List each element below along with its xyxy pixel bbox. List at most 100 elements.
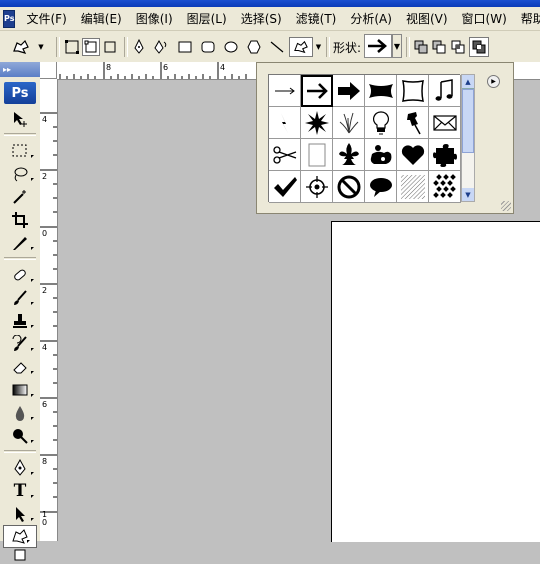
custom-shape-option-button[interactable]	[289, 37, 313, 57]
custom-shape-icon	[13, 39, 29, 54]
subtract-area-button[interactable]	[430, 38, 448, 56]
shape-cell[interactable]	[269, 139, 301, 171]
fill-pixels-button[interactable]	[101, 38, 119, 56]
ruler-origin[interactable]	[40, 62, 57, 79]
paths-button[interactable]	[82, 38, 100, 56]
shape-cell[interactable]	[333, 75, 365, 107]
menu-view[interactable]: 视图(V)	[399, 10, 455, 28]
clone-stamp-tool[interactable]	[0, 309, 40, 332]
ruler-left-label: 4	[42, 343, 48, 352]
shape-cell[interactable]	[397, 75, 429, 107]
menu-image[interactable]: 图像(I)	[129, 10, 180, 28]
menu-filter[interactable]: 滤镜(T)	[289, 10, 344, 28]
type-tool[interactable]: T	[0, 479, 40, 502]
geometry-options-arrow-icon[interactable]: ▼	[315, 43, 322, 51]
scroll-down-icon[interactable]: ▼	[462, 188, 474, 201]
shape-layers-button[interactable]	[63, 38, 81, 56]
shape-cell[interactable]	[301, 107, 333, 139]
shape-cell[interactable]	[365, 75, 397, 107]
brush-tool[interactable]	[0, 286, 40, 309]
polygon-option-button[interactable]	[245, 38, 263, 56]
custom-shape-tool[interactable]	[3, 525, 37, 548]
shape-cell[interactable]	[333, 139, 365, 171]
music-note-icon	[435, 78, 453, 101]
dodge-tool[interactable]	[0, 424, 40, 447]
lasso-tool[interactable]	[0, 162, 40, 185]
blur-tool[interactable]	[0, 401, 40, 424]
shape-cell[interactable]	[269, 171, 301, 203]
menu-help[interactable]: 帮助	[514, 10, 540, 28]
eraser-tool[interactable]	[0, 355, 40, 378]
ps-logo[interactable]: Ps	[4, 82, 36, 104]
intersect-area-button[interactable]	[449, 38, 467, 56]
shape-picker-dropdown[interactable]	[364, 34, 392, 58]
exclude-overlap-icon	[472, 40, 486, 54]
shape-cell[interactable]	[333, 107, 365, 139]
vertical-ruler[interactable]: 4 2 0 2 4 6 8 1 0	[40, 79, 58, 541]
rectangle-option-button[interactable]	[176, 38, 194, 56]
resize-grip-icon[interactable]	[501, 201, 511, 211]
notes-tool[interactable]	[0, 548, 40, 562]
menu-edit[interactable]: 编辑(E)	[74, 10, 129, 28]
shape-cell[interactable]	[397, 171, 429, 203]
lasso-tool-icon	[14, 167, 28, 181]
lightning-icon	[280, 112, 288, 133]
shape-cell[interactable]	[365, 171, 397, 203]
subtract-area-icon	[432, 40, 446, 54]
pen-tool[interactable]	[0, 456, 40, 479]
menu-window[interactable]: 窗口(W)	[455, 10, 514, 28]
shape-cell[interactable]	[365, 139, 397, 171]
marquee-tool[interactable]	[0, 139, 40, 162]
shape-cell[interactable]	[333, 171, 365, 203]
ruler-left-label: 2	[42, 172, 48, 181]
menu-layer[interactable]: 图层(L)	[180, 10, 234, 28]
shape-cell-selected[interactable]	[301, 75, 333, 107]
line-option-button[interactable]	[268, 38, 286, 56]
options-bar: ▼ ▼	[0, 31, 540, 63]
shape-cell[interactable]	[301, 171, 333, 203]
photoshop-app-icon[interactable]: Ps	[3, 9, 16, 28]
healing-brush-tool[interactable]	[0, 263, 40, 286]
history-brush-tool[interactable]	[0, 332, 40, 355]
ellipse-option-button[interactable]	[222, 38, 240, 56]
add-to-area-button[interactable]	[412, 38, 430, 56]
magic-wand-tool[interactable]	[0, 185, 40, 208]
ruler-left-label: 4	[42, 115, 48, 124]
shape-cell[interactable]	[429, 75, 461, 107]
pen-option-button[interactable]	[130, 38, 148, 56]
shape-cell[interactable]	[429, 139, 461, 171]
menu-file[interactable]: 文件(F)	[19, 10, 73, 28]
ruler-top-label: 8	[106, 63, 112, 72]
target-icon	[305, 175, 328, 198]
paths-icon	[84, 40, 97, 53]
scroll-thumb[interactable]	[462, 89, 474, 153]
menu-select[interactable]: 选择(S)	[234, 10, 289, 28]
rounded-rectangle-option-button[interactable]	[199, 38, 217, 56]
shape-cell[interactable]	[429, 107, 461, 139]
exclude-overlap-button[interactable]	[469, 37, 489, 57]
shape-cell[interactable]	[397, 139, 429, 171]
preset-dropdown-arrow-icon[interactable]: ▼	[37, 43, 45, 51]
tool-preset-picker[interactable]	[8, 36, 34, 58]
blur-tool-icon	[15, 405, 25, 421]
shape-cell[interactable]	[301, 139, 333, 171]
slice-tool[interactable]	[0, 231, 40, 254]
freeform-pen-option-button[interactable]	[152, 38, 170, 56]
scroll-up-icon[interactable]: ▲	[462, 75, 474, 89]
crop-tool[interactable]	[0, 208, 40, 231]
menu-analysis[interactable]: 分析(A)	[343, 10, 399, 28]
gradient-tool[interactable]	[0, 378, 40, 401]
shape-cell[interactable]	[269, 75, 301, 107]
shape-cell[interactable]	[365, 107, 397, 139]
shape-cell[interactable]	[397, 107, 429, 139]
shape-cell[interactable]	[429, 171, 461, 203]
path-selection-tool[interactable]	[0, 502, 40, 525]
checker-diamond-icon	[432, 173, 456, 198]
shape-dropdown-arrow-icon[interactable]: ▼	[392, 34, 402, 58]
document-canvas[interactable]	[331, 221, 540, 542]
toolbox-header[interactable]: ▸▸	[0, 62, 40, 77]
picker-menu-icon[interactable]: ▶	[487, 75, 500, 88]
move-tool[interactable]	[0, 107, 40, 130]
shape-cell[interactable]	[269, 107, 301, 139]
shape-picker-scrollbar[interactable]: ▲ ▼	[461, 74, 475, 202]
